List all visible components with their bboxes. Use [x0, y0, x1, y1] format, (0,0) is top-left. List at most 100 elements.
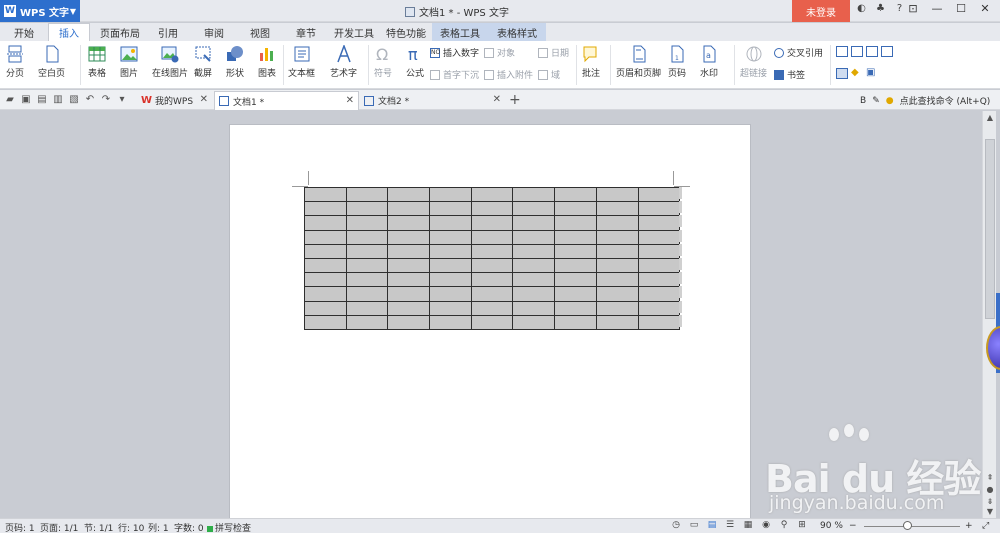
- doc-tab-document2[interactable]: 文档2 * ✕: [360, 91, 505, 110]
- tab-chapter[interactable]: 章节: [288, 23, 324, 41]
- table-cell[interactable]: [637, 300, 681, 316]
- table-cell[interactable]: [429, 272, 472, 288]
- open-folder-icon[interactable]: ▰: [4, 94, 16, 106]
- maximize-icon[interactable]: ☐: [954, 2, 968, 18]
- customize-chevron-icon[interactable]: ▾: [116, 94, 128, 106]
- restore-view-icon[interactable]: ⊡: [906, 2, 920, 18]
- table-cell[interactable]: [304, 243, 347, 259]
- zoom-level[interactable]: 90 %: [820, 521, 843, 531]
- scroll-next-page-icon[interactable]: ⇟: [985, 497, 995, 506]
- row-handle[interactable]: [679, 229, 682, 242]
- cross-reference-button[interactable]: 交叉引用: [774, 46, 823, 59]
- table-cell[interactable]: [512, 272, 556, 288]
- table-cell[interactable]: [637, 314, 681, 330]
- doc-tab-my-wps[interactable]: W 我的WPS ✕: [137, 91, 212, 110]
- scroll-down-icon[interactable]: ▼: [985, 507, 995, 516]
- wordart-button[interactable]: 艺术字: [330, 45, 357, 79]
- table-cell[interactable]: [387, 215, 431, 231]
- table-cell[interactable]: [387, 272, 431, 288]
- table-cell[interactable]: [429, 229, 472, 245]
- table-cell[interactable]: [345, 272, 389, 288]
- scroll-thumb[interactable]: [985, 139, 995, 319]
- checkbox-icon[interactable]: [851, 46, 863, 57]
- undo-icon[interactable]: ↶: [84, 94, 96, 106]
- object-button[interactable]: 对象: [484, 46, 515, 59]
- table-cell[interactable]: [512, 201, 556, 217]
- table-cell[interactable]: [387, 201, 431, 217]
- eraser-icon[interactable]: ◆: [851, 68, 863, 79]
- table-cell[interactable]: [429, 186, 472, 203]
- format-painter-icon[interactable]: ✎: [872, 96, 880, 106]
- textbox-button[interactable]: 文本框: [288, 45, 315, 79]
- table-cell[interactable]: [637, 243, 681, 259]
- table-cell[interactable]: [595, 286, 639, 302]
- zoom-fit-icon[interactable]: ⊞: [796, 520, 808, 532]
- new-tab-plus-icon[interactable]: +: [509, 92, 521, 108]
- table-cell[interactable]: [554, 215, 597, 231]
- close-icon[interactable]: ✕: [493, 94, 501, 105]
- row-resize-handles[interactable]: [679, 187, 682, 329]
- location-icon[interactable]: ⚲: [778, 520, 790, 532]
- table-cell[interactable]: [304, 229, 347, 245]
- tab-page-layout[interactable]: 页面布局: [96, 23, 144, 41]
- field-button[interactable]: 域: [538, 68, 560, 81]
- row-handle[interactable]: [679, 243, 682, 256]
- shirt-icon[interactable]: ♣: [874, 3, 887, 14]
- split-icon[interactable]: ▭: [688, 520, 700, 532]
- close-icon[interactable]: ✕: [978, 2, 992, 18]
- protect-eye-icon[interactable]: ◉: [760, 520, 772, 532]
- table-cell[interactable]: [345, 186, 389, 203]
- export-pdf-icon[interactable]: ▤: [36, 94, 48, 106]
- insert-number-button[interactable]: NO 插入数字: [430, 46, 479, 59]
- close-icon[interactable]: ✕: [200, 94, 208, 105]
- table-cell[interactable]: [595, 314, 639, 330]
- row-handle[interactable]: [679, 286, 682, 299]
- row-handle[interactable]: [679, 300, 682, 313]
- chart-button[interactable]: 图表: [258, 45, 276, 79]
- table-cell[interactable]: [304, 314, 347, 330]
- table-cell[interactable]: [304, 186, 347, 203]
- table-cell[interactable]: [387, 257, 431, 274]
- table-cell[interactable]: [595, 257, 639, 274]
- table-cell[interactable]: [470, 314, 514, 330]
- table-cell[interactable]: [470, 300, 514, 316]
- row-handle[interactable]: [679, 187, 682, 199]
- tab-references[interactable]: 引用: [150, 23, 186, 41]
- table-cell[interactable]: [345, 201, 389, 217]
- hyperlink-button[interactable]: 超链接: [740, 45, 767, 79]
- table-cell[interactable]: [470, 286, 514, 302]
- table-cell[interactable]: [429, 286, 472, 302]
- table-cell[interactable]: [512, 286, 556, 302]
- table-cell[interactable]: [345, 300, 389, 316]
- page-number-button[interactable]: 1 页码: [668, 45, 686, 79]
- table-cell[interactable]: [470, 229, 514, 245]
- table-cell[interactable]: [512, 300, 556, 316]
- table-cell[interactable]: [595, 186, 639, 203]
- table-cell[interactable]: [554, 272, 597, 288]
- table-cell[interactable]: [637, 286, 681, 302]
- table-cell[interactable]: [429, 243, 472, 259]
- table-cell[interactable]: [595, 272, 639, 288]
- table-cell[interactable]: [429, 300, 472, 316]
- table-cell[interactable]: [512, 257, 556, 274]
- table-cell[interactable]: [345, 215, 389, 231]
- table-cell[interactable]: [345, 314, 389, 330]
- table-cell[interactable]: [512, 243, 556, 259]
- scroll-select-object-icon[interactable]: ●: [985, 485, 995, 494]
- attachment-button[interactable]: 插入附件: [484, 68, 533, 81]
- table-cell[interactable]: [470, 257, 514, 274]
- table-cell[interactable]: [637, 186, 681, 203]
- tab-table-tools[interactable]: 表格工具: [432, 23, 488, 41]
- table-cell[interactable]: [429, 215, 472, 231]
- header-footer-button[interactable]: 页眉和页脚: [616, 45, 661, 79]
- tab-view[interactable]: 视图: [242, 23, 278, 41]
- table-cell[interactable]: [554, 314, 597, 330]
- tab-table-style[interactable]: 表格样式: [488, 23, 546, 41]
- online-picture-button[interactable]: 在线图片: [152, 45, 188, 79]
- blank-page-button[interactable]: 空白页: [38, 45, 65, 79]
- list-icon[interactable]: [866, 46, 878, 57]
- zoom-in-icon[interactable]: +: [965, 521, 973, 531]
- reading-view-icon[interactable]: ▦: [742, 520, 754, 532]
- table-cell[interactable]: [637, 272, 681, 288]
- shape-button[interactable]: 形状: [226, 45, 244, 79]
